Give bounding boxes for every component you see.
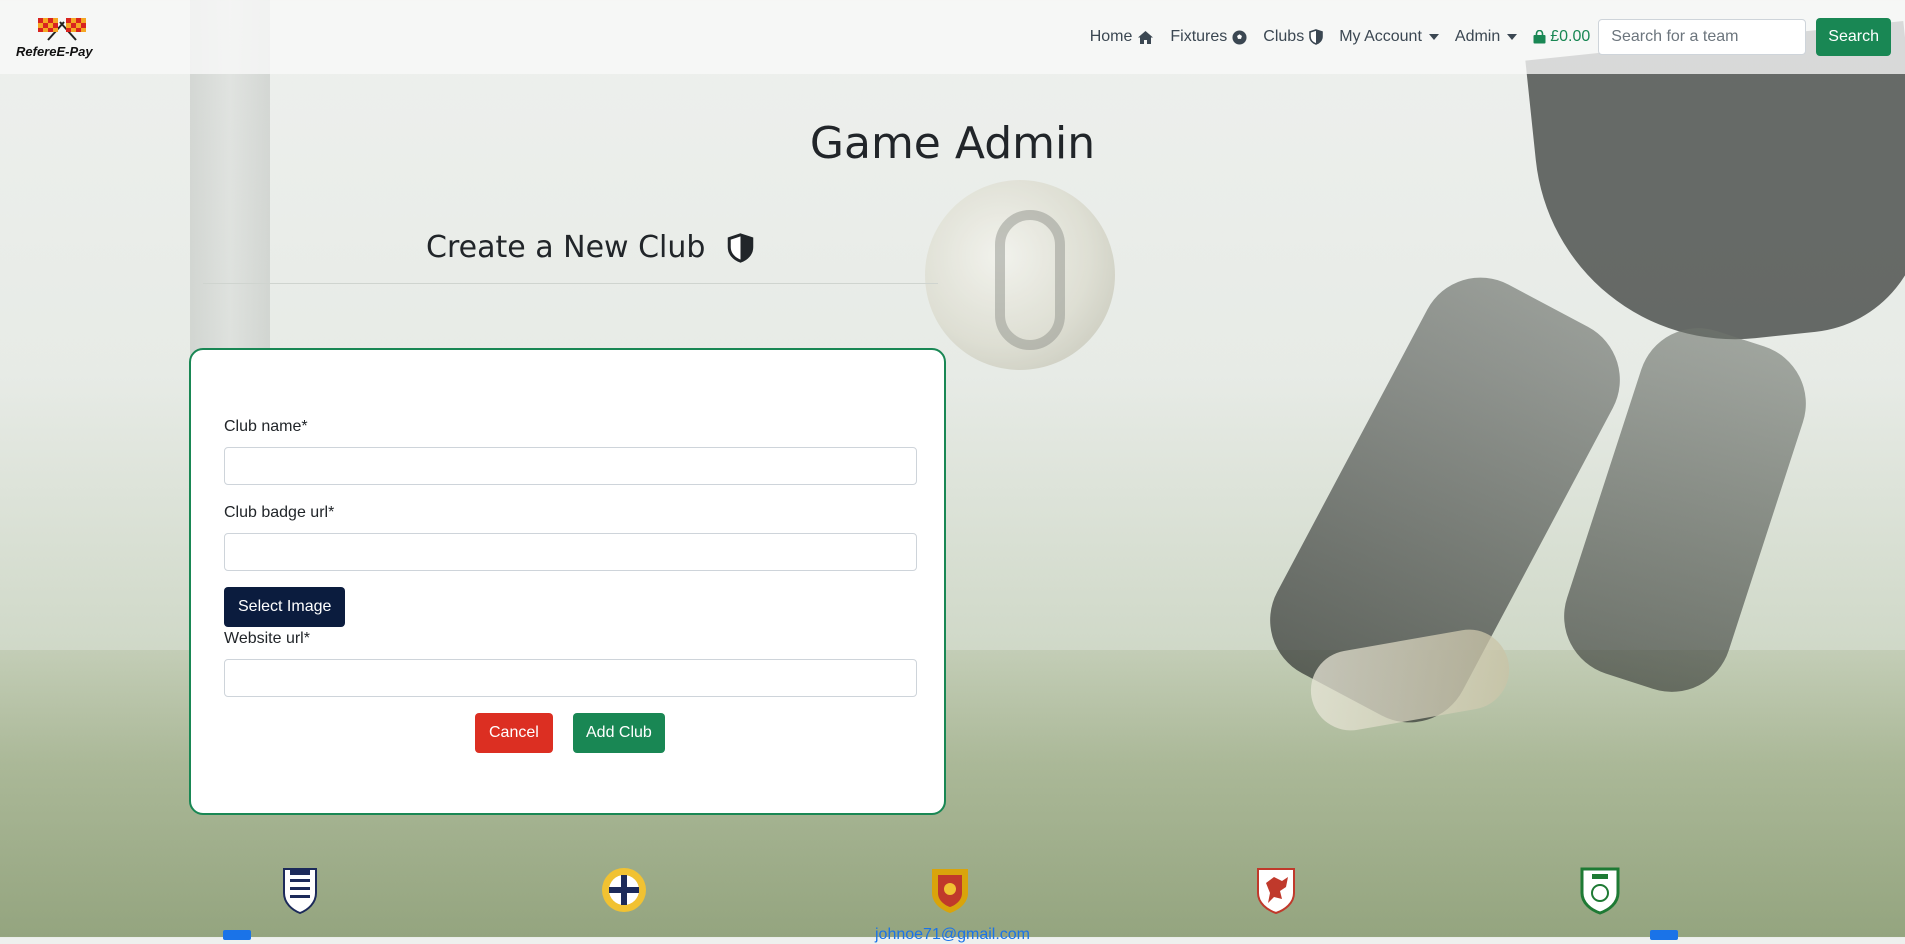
england-fa-badge-icon[interactable]	[276, 865, 324, 915]
ireland-fai-badge-icon[interactable]	[1576, 865, 1624, 915]
nav-my-account[interactable]: My Account	[1339, 28, 1439, 46]
caret-down-icon	[1507, 34, 1518, 40]
club-badge-url-label: Club badge url*	[224, 504, 335, 521]
section-title-text: Create a New Club	[426, 230, 706, 265]
nav-fixtures-label: Fixtures	[1170, 28, 1228, 45]
basket-total: £0.00	[1550, 28, 1591, 45]
team-search-input[interactable]	[1598, 19, 1807, 55]
select-image-button[interactable]: Select Image	[224, 587, 346, 627]
nav-home-label: Home	[1089, 28, 1133, 45]
add-club-button[interactable]: Add Club	[573, 713, 665, 753]
section-divider	[203, 283, 938, 284]
chequered-flags-icon	[38, 18, 86, 41]
club-name-input[interactable]	[224, 447, 917, 485]
nav-admin[interactable]: Admin	[1454, 28, 1518, 46]
nav-admin-label: Admin	[1454, 28, 1501, 45]
shield-icon	[1309, 29, 1323, 45]
nav-my-account-label: My Account	[1339, 28, 1422, 45]
caret-down-icon	[1428, 34, 1439, 40]
navbar: RefereE-Pay Home Fixtures Clubs My Accou…	[0, 0, 1905, 74]
website-url-label: Website url*	[224, 630, 310, 647]
soccer-ball-icon	[1232, 29, 1247, 45]
page-title: Game Admin	[809, 118, 1096, 169]
shopping-bag-icon	[1533, 30, 1546, 44]
website-url-input[interactable]	[224, 659, 917, 697]
shield-icon	[728, 232, 754, 263]
club-badge-url-input[interactable]	[224, 533, 917, 571]
federation-badges	[0, 865, 1905, 917]
twitter-icon[interactable]	[1650, 930, 1678, 940]
footer-email-link[interactable]: johnoe71@gmail.com	[0, 926, 1905, 944]
brand-name: RefereE-Pay	[16, 44, 93, 59]
nav-clubs[interactable]: Clubs	[1263, 28, 1323, 46]
football	[925, 180, 1115, 370]
search-button[interactable]: Search	[1816, 18, 1891, 56]
nav-menu: Home Fixtures Clubs My Account Admin £0.…	[1090, 17, 1891, 57]
scotland-fa-badge-icon[interactable]	[926, 865, 974, 915]
club-name-label: Club name*	[224, 418, 308, 435]
wales-fa-badge-icon[interactable]	[1252, 865, 1300, 915]
nav-clubs-label: Clubs	[1263, 28, 1305, 45]
cancel-button[interactable]: Cancel	[475, 713, 553, 753]
basket-link[interactable]: £0.00	[1533, 28, 1590, 46]
nav-fixtures[interactable]: Fixtures	[1170, 28, 1247, 46]
home-icon	[1138, 30, 1154, 44]
brand-logo[interactable]: RefereE-Pay	[16, 14, 106, 62]
section-title: Create a New Club	[426, 230, 754, 265]
northern-ireland-fa-badge-icon[interactable]	[600, 865, 648, 915]
create-club-form: Club name* Club badge url* Select Image …	[189, 348, 946, 815]
nav-home[interactable]: Home	[1090, 28, 1155, 46]
